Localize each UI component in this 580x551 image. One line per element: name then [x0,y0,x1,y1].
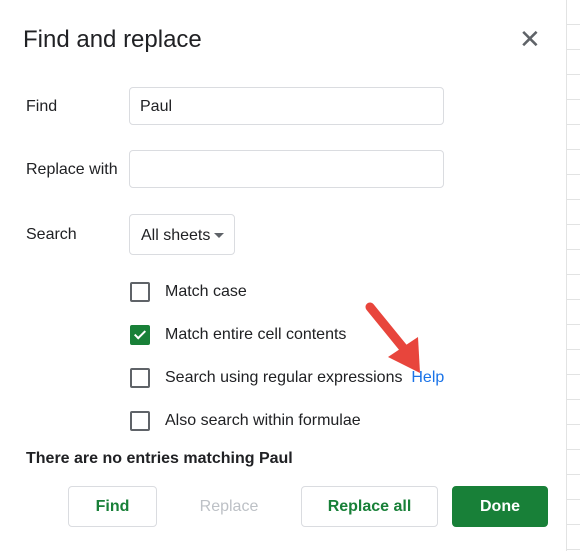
find-input[interactable]: Paul [129,87,444,125]
replace-button[interactable]: Replace [184,486,274,527]
replace-label: Replace with [26,161,118,178]
regex-checkbox[interactable] [130,368,150,388]
annotation-arrow-icon [365,302,420,373]
dropdown-caret-icon [214,233,224,238]
match-entire-cell-label: Match entire cell contents [165,326,347,343]
find-button[interactable]: Find [68,486,157,527]
spreadsheet-background [566,0,580,551]
formulae-label: Also search within formulae [165,412,361,429]
replace-all-button[interactable]: Replace all [301,486,438,527]
status-message: There are no entries matching Paul [26,450,293,467]
search-scope-select[interactable]: All sheets [129,214,235,255]
search-scope-value: All sheets [141,227,211,244]
match-case-checkbox[interactable] [130,282,150,302]
find-replace-dialog: Find and replace ✕ Find Paul Replace wit… [0,0,565,551]
close-icon[interactable]: ✕ [519,26,541,52]
done-button[interactable]: Done [452,486,548,527]
match-entire-cell-checkbox[interactable] [130,325,150,345]
search-label: Search [26,226,77,243]
replace-input[interactable] [129,150,444,188]
formulae-checkbox[interactable] [130,411,150,431]
find-label: Find [26,98,58,115]
dialog-title: Find and replace [23,26,202,53]
match-case-label: Match case [165,283,247,300]
